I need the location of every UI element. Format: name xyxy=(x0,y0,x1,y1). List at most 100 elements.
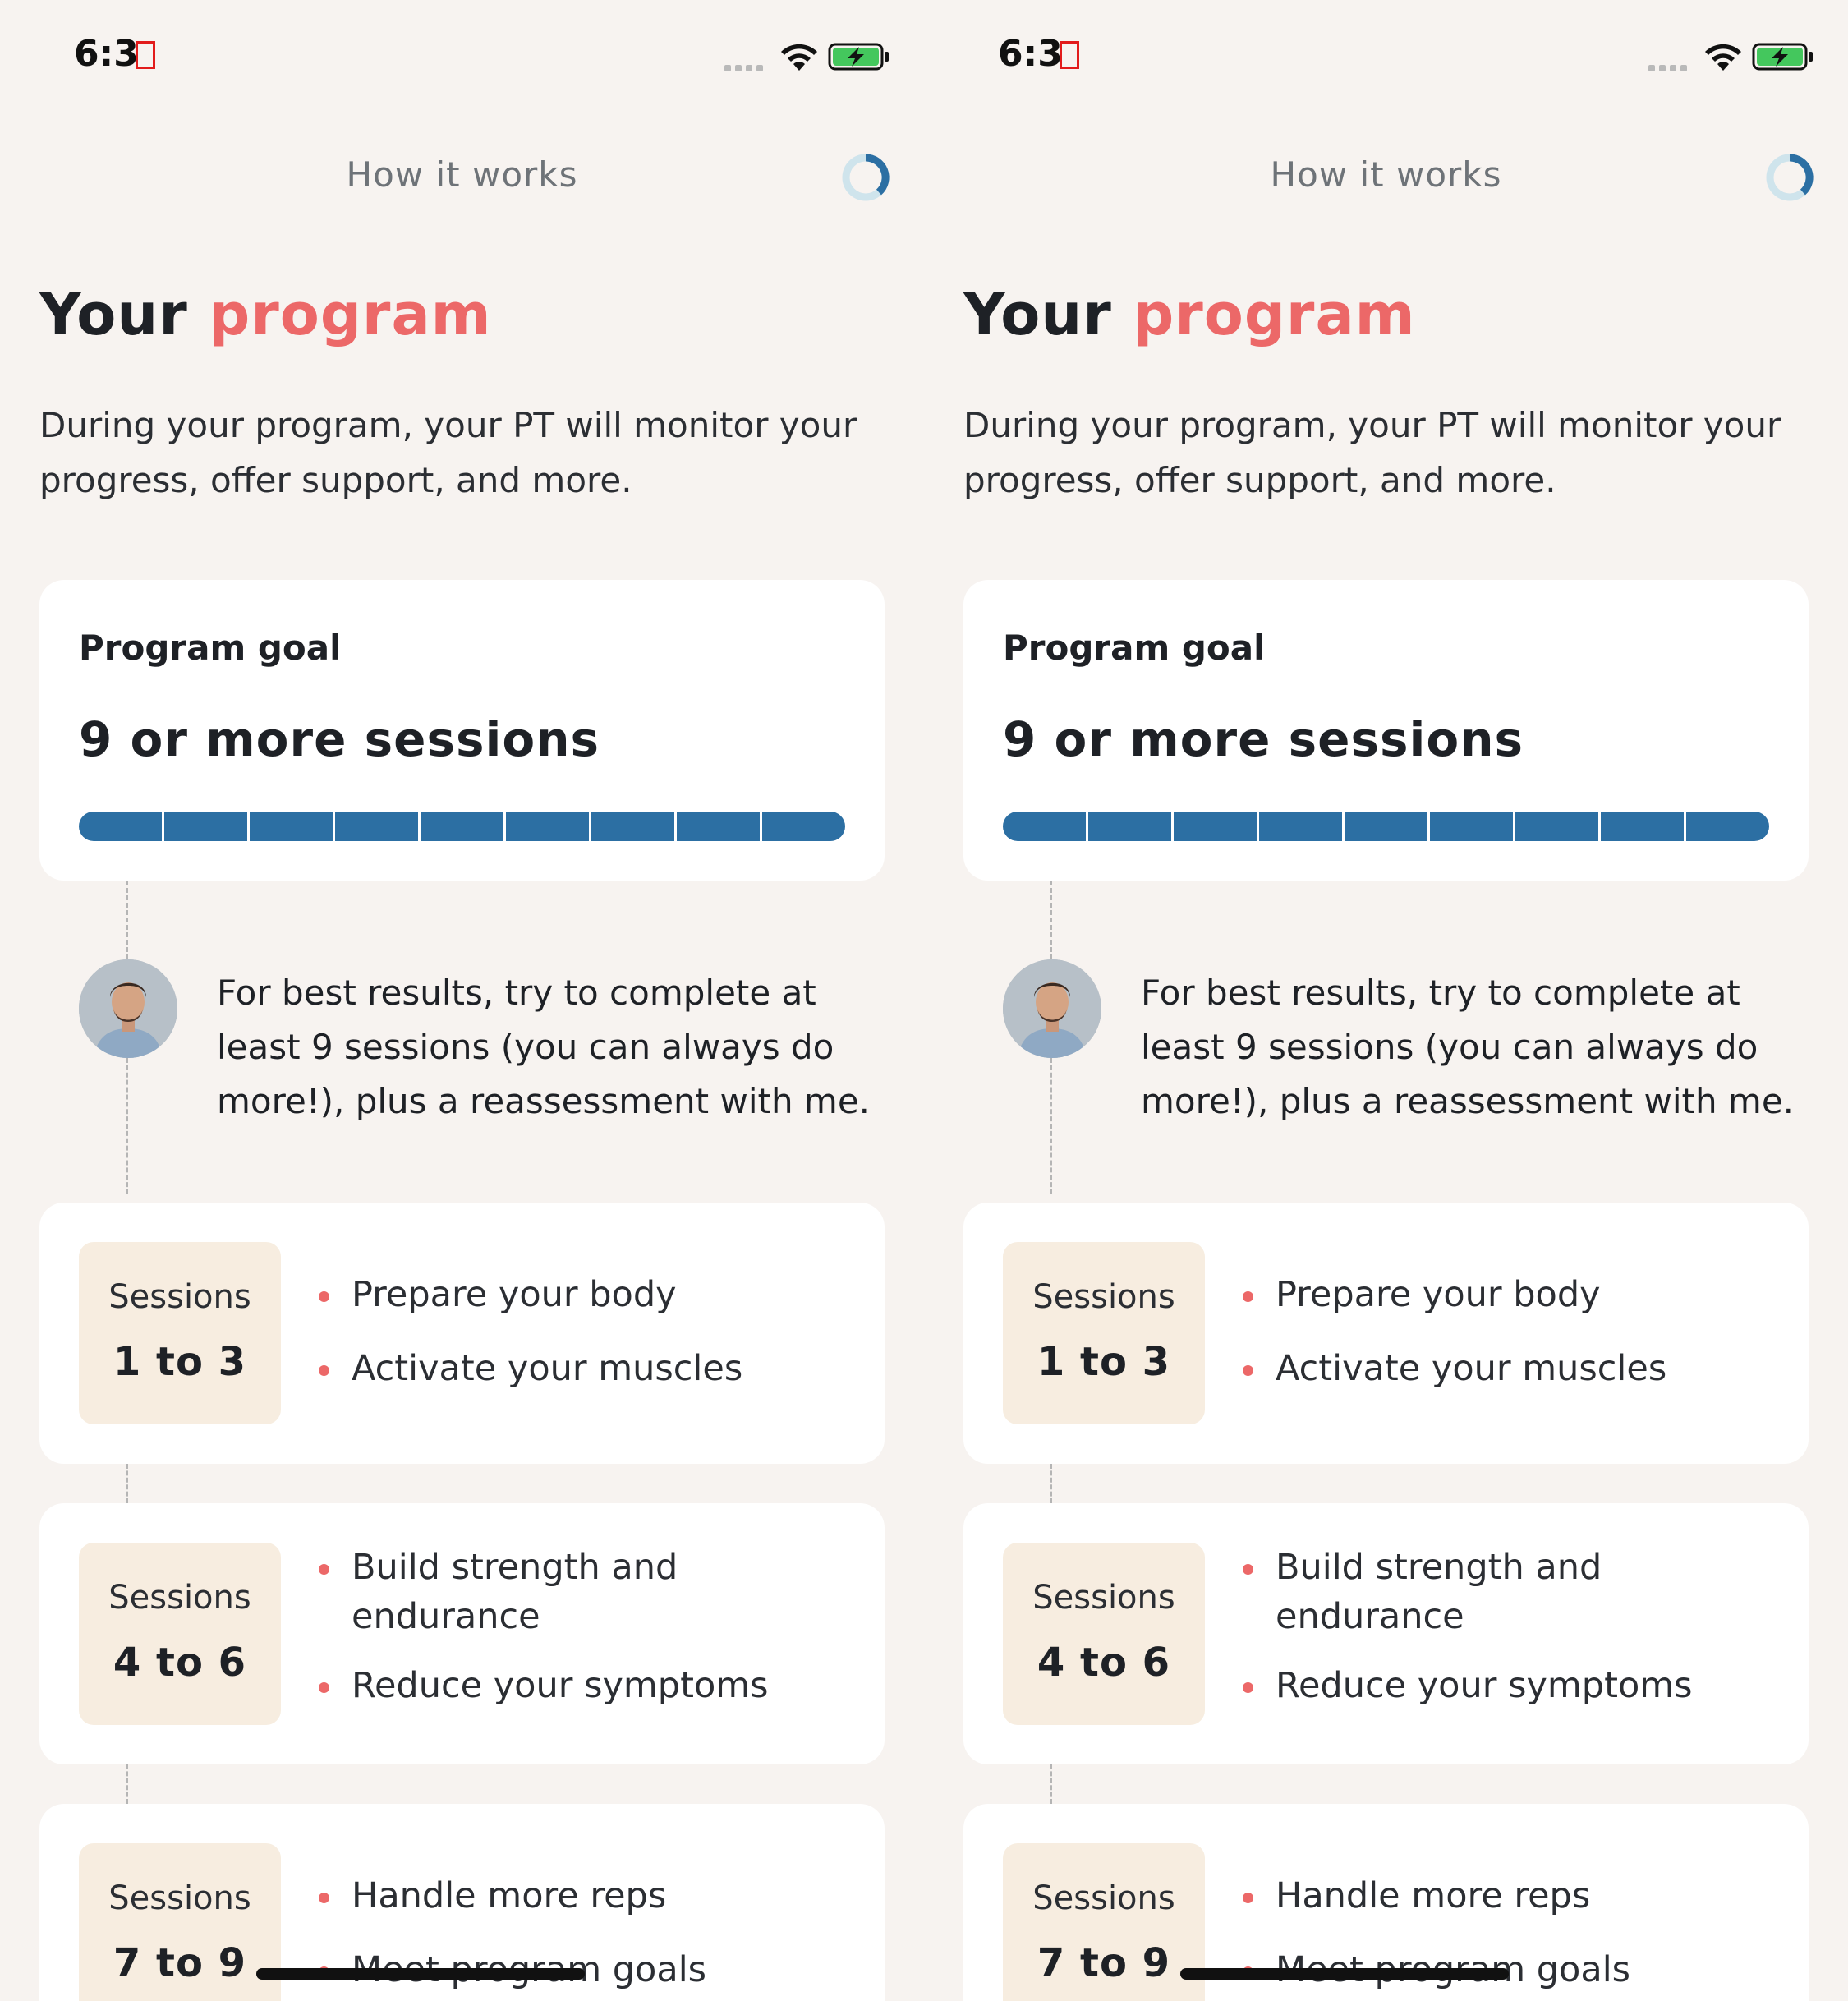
list-item: Reduce your symptoms xyxy=(1243,1661,1777,1710)
badge-range: 7 to 9 xyxy=(113,1940,247,1986)
session-bullets: Prepare your body Activate your muscles xyxy=(319,1270,853,1418)
program-goal-card: Program goal 9 or more sessions xyxy=(963,580,1809,881)
progress-segment xyxy=(762,812,845,841)
session-bullets: Prepare your body Activate your muscles xyxy=(1243,1270,1777,1418)
session-card-1-to-3: Sessions 1 to 3 Prepare your body Activa… xyxy=(963,1203,1809,1464)
progress-segment xyxy=(335,812,418,841)
timeline-dash xyxy=(126,1058,128,1194)
progress-segment xyxy=(1686,812,1769,841)
headline: Your program xyxy=(39,281,492,348)
badge-range: 4 to 6 xyxy=(113,1640,247,1686)
session-badge: Sessions 7 to 9 xyxy=(79,1843,281,2001)
session-badge: Sessions 1 to 3 xyxy=(1003,1242,1205,1424)
time-marker xyxy=(135,41,155,69)
page-title: How it works xyxy=(1270,154,1502,195)
timeline-dash xyxy=(126,1764,128,1804)
status-time: 6:3 xyxy=(998,33,1079,75)
progress-segment xyxy=(1174,812,1257,841)
badge-label: Sessions xyxy=(108,1579,251,1617)
progress-segment xyxy=(421,812,503,841)
progress-segment xyxy=(164,812,247,841)
list-item: Activate your muscles xyxy=(319,1344,853,1393)
therapist-note: For best results, try to complete at lea… xyxy=(217,973,871,1121)
wifi-icon xyxy=(781,44,817,71)
badge-range: 7 to 9 xyxy=(1037,1940,1171,1986)
list-item: Handle more reps xyxy=(319,1871,853,1920)
timeline-dash xyxy=(1050,881,1052,959)
timeline-dash xyxy=(1050,1058,1052,1194)
timeline-dash xyxy=(1050,1464,1052,1503)
headline-accent: program xyxy=(209,281,492,348)
time-marker xyxy=(1059,41,1079,69)
signal-icon xyxy=(724,59,767,75)
progress-segment xyxy=(79,812,162,841)
timeline-dash xyxy=(126,881,128,959)
progress-segment xyxy=(1088,812,1171,841)
goal-progress-bar xyxy=(79,812,845,841)
headline-prefix: Your xyxy=(39,281,209,348)
list-item: Prepare your body xyxy=(319,1270,853,1319)
progress-segment xyxy=(1259,812,1342,841)
session-badge: Sessions 4 to 6 xyxy=(79,1543,281,1725)
badge-label: Sessions xyxy=(108,1278,251,1316)
progress-segment xyxy=(591,812,674,841)
battery-charging-icon xyxy=(828,43,889,71)
progress-segment xyxy=(506,812,589,841)
session-badge: Sessions 4 to 6 xyxy=(1003,1543,1205,1725)
program-goal-card: Program goal 9 or more sessions xyxy=(39,580,885,881)
progress-segment xyxy=(1601,812,1684,841)
badge-label: Sessions xyxy=(1032,1879,1175,1917)
goal-label: Program goal xyxy=(1003,628,1266,668)
headline-prefix: Your xyxy=(963,281,1133,348)
intro-text: During your program, your PT will monito… xyxy=(963,405,1781,500)
home-indicator[interactable] xyxy=(256,1968,585,1980)
progress-ring-icon xyxy=(1766,154,1814,201)
intro-text: During your program, your PT will monito… xyxy=(39,405,857,500)
progress-segment xyxy=(1003,812,1086,841)
session-bullets: Handle more reps Meet program goals xyxy=(319,1871,853,2001)
session-badge: Sessions 7 to 9 xyxy=(1003,1843,1205,2001)
list-item: Reduce your symptoms xyxy=(319,1661,853,1710)
session-bullets: Build strength and endurance Reduce your… xyxy=(319,1543,853,1730)
list-item: Prepare your body xyxy=(1243,1270,1777,1319)
list-item: Build strength and endurance xyxy=(319,1543,853,1641)
progress-segment xyxy=(1515,812,1598,841)
badge-label: Sessions xyxy=(1032,1579,1175,1617)
wifi-icon xyxy=(1705,44,1741,71)
session-bullets: Build strength and endurance Reduce your… xyxy=(1243,1543,1777,1730)
goal-progress-bar xyxy=(1003,812,1769,841)
headline-accent: program xyxy=(1133,281,1416,348)
badge-label: Sessions xyxy=(1032,1278,1175,1316)
progress-segment xyxy=(250,812,333,841)
avatar xyxy=(79,959,177,1058)
session-card-4-to-6: Sessions 4 to 6 Build strength and endur… xyxy=(39,1503,885,1764)
badge-label: Sessions xyxy=(108,1879,251,1917)
battery-charging-icon xyxy=(1752,43,1813,71)
status-bar: 6:3 xyxy=(924,0,1848,115)
goal-value: 9 or more sessions xyxy=(1003,711,1524,767)
list-item: Handle more reps xyxy=(1243,1871,1777,1920)
nav-header: How it works xyxy=(924,140,1848,214)
session-card-1-to-3: Sessions 1 to 3 Prepare your body Activa… xyxy=(39,1203,885,1464)
therapist-note: For best results, try to complete at lea… xyxy=(1141,973,1795,1121)
badge-range: 1 to 3 xyxy=(113,1339,247,1385)
session-badge: Sessions 1 to 3 xyxy=(79,1242,281,1424)
phone-screen-left: 6:3 How it works Your program During you… xyxy=(0,0,924,2001)
status-time: 6:3 xyxy=(74,33,155,75)
badge-range: 4 to 6 xyxy=(1037,1640,1171,1686)
status-bar: 6:3 xyxy=(0,0,924,115)
signal-icon xyxy=(1648,59,1691,75)
timeline-dash xyxy=(126,1464,128,1503)
home-indicator[interactable] xyxy=(1180,1968,1509,1980)
timeline-dash xyxy=(1050,1764,1052,1804)
list-item: Build strength and endurance xyxy=(1243,1543,1777,1641)
nav-header: How it works xyxy=(0,140,924,214)
avatar xyxy=(1003,959,1101,1058)
progress-ring-icon xyxy=(842,154,890,201)
session-card-4-to-6: Sessions 4 to 6 Build strength and endur… xyxy=(963,1503,1809,1764)
progress-segment xyxy=(1430,812,1513,841)
headline: Your program xyxy=(963,281,1416,348)
page-title: How it works xyxy=(346,154,578,195)
session-bullets: Handle more reps Meet program goals xyxy=(1243,1871,1777,2001)
progress-segment xyxy=(677,812,760,841)
